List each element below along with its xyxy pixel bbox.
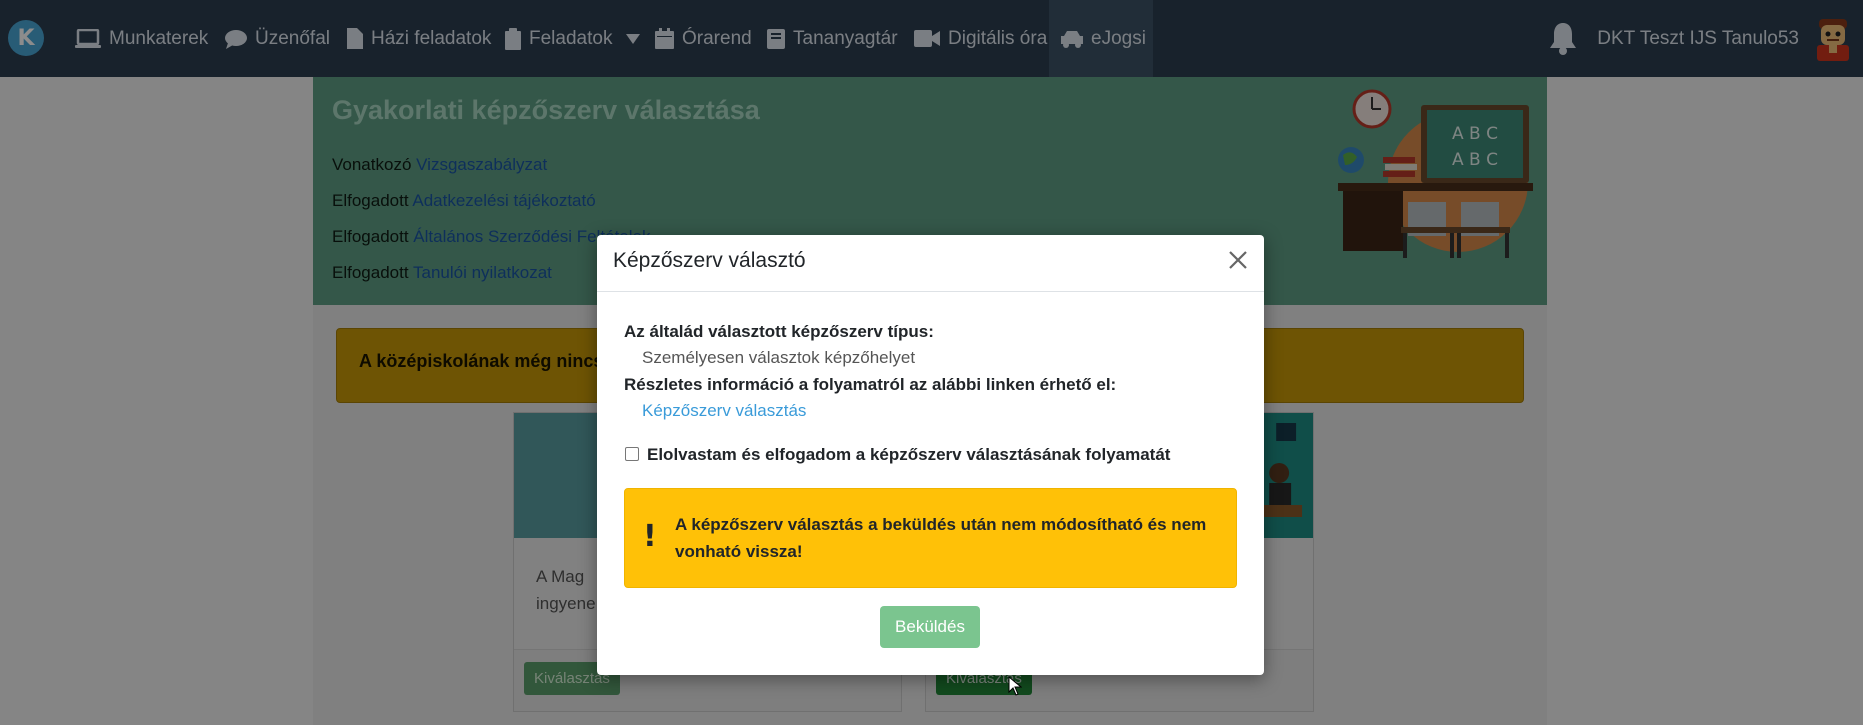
close-icon[interactable] xyxy=(1226,248,1250,272)
modal-header: Képzőszerv választó xyxy=(597,235,1264,292)
type-label: Az általád választott képzőszerv típus: xyxy=(624,322,934,341)
type-value: Személyesen választok képzőhelyet xyxy=(642,348,916,367)
alert-text: A képzőszerv választás a beküldés után n… xyxy=(675,515,1207,561)
modal-title: Képzőszerv választó xyxy=(613,249,806,272)
submit-button[interactable]: Beküldés xyxy=(880,606,980,648)
accept-checkbox[interactable] xyxy=(625,447,639,461)
kepzoszerv-valasztas-link[interactable]: Képzőszerv választás xyxy=(642,401,806,421)
irreversible-alert: ! A képzőszerv választás a beküldés után… xyxy=(624,488,1237,588)
mouse-cursor-icon xyxy=(1008,676,1022,696)
info-label: Részletes információ a folyamatról az al… xyxy=(624,375,1117,394)
exclamation-icon: ! xyxy=(643,519,657,554)
accept-checkbox-label[interactable]: Elolvastam és elfogadom a képzőszerv vál… xyxy=(647,445,1170,465)
kepzoszerv-modal: Képzőszerv választó Az általád választot… xyxy=(597,235,1264,675)
